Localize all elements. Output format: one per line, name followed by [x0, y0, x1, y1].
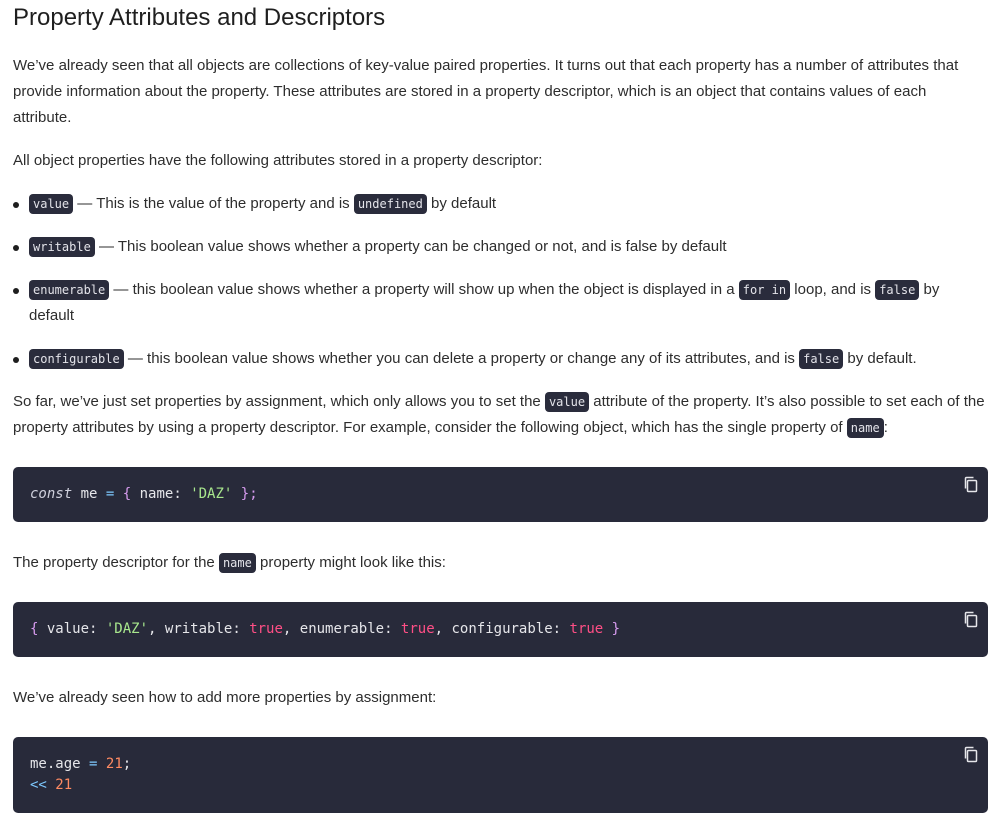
list-item-text: — this boolean value shows whether you c…: [123, 350, 800, 367]
list-item-text: — This is the value of the property and …: [73, 195, 354, 212]
code-line: me.age = 21;: [30, 754, 971, 775]
code-punct: :: [173, 486, 191, 502]
code-identifier: me: [30, 756, 47, 772]
code-keyword: const: [30, 486, 73, 502]
list-item-text: by default.: [843, 350, 917, 367]
code-line: { value: 'DAZ', writable: true, enumerab…: [30, 619, 971, 640]
inline-code: value: [29, 194, 74, 214]
code-block-object: const me = { name: 'DAZ' };: [13, 467, 988, 522]
code-boolean: true: [400, 621, 435, 637]
code-string: 'DAZ': [190, 486, 233, 502]
list-item-text: by default: [426, 195, 497, 212]
attributes-intro-paragraph: All object properties have the following…: [13, 152, 543, 169]
article: Property Attributes and Descriptors We’v…: [0, 0, 1002, 813]
code-punct: ,: [282, 621, 300, 637]
code-output-arrow: <<: [30, 777, 47, 793]
copy-icon[interactable]: [963, 476, 979, 494]
code-property: age: [55, 756, 81, 772]
code-punct: :: [232, 621, 250, 637]
inline-code: value: [544, 392, 590, 412]
copy-icon[interactable]: [963, 746, 979, 764]
assignment-intro-paragraph: We’ve already seen how to add more prope…: [13, 689, 437, 706]
inline-code: false: [875, 280, 920, 300]
code-punct: :: [89, 621, 106, 637]
paragraph-text: :: [883, 419, 888, 436]
intro-paragraph: We’ve already seen that all objects are …: [13, 57, 959, 126]
code-punct: :: [384, 621, 401, 637]
code-property: name: [139, 486, 174, 502]
code-operator: =: [80, 756, 106, 772]
list-item-text: loop, and is: [790, 281, 876, 298]
bullet-icon: [13, 245, 19, 251]
list-item-text: — this boolean value shows whether a pro…: [109, 281, 739, 298]
paragraph-text: property might look like this:: [255, 554, 446, 571]
code-boolean: true: [249, 621, 283, 637]
code-line: const me = { name: 'DAZ' };: [30, 484, 971, 505]
page-title: Property Attributes and Descriptors: [13, 4, 386, 31]
code-property: enumerable: [299, 621, 385, 637]
inline-code: false: [799, 349, 844, 369]
inline-code: enumerable: [29, 280, 110, 300]
code-punct: ,: [434, 621, 452, 637]
code-property: configurable: [451, 621, 553, 637]
list-item-value: value — This is the value of the propert…: [13, 191, 988, 217]
assignment-paragraph: So far, we’ve just set properties by ass…: [13, 389, 988, 441]
code-punct: ;: [122, 756, 132, 772]
code-number: 21: [105, 756, 123, 772]
inline-code: writable: [29, 237, 95, 257]
inline-code: name: [218, 553, 256, 573]
list-item-writable: writable — This boolean value shows whet…: [13, 234, 988, 260]
code-block-assignment: me.age = 21; << 21: [13, 737, 988, 813]
bullet-icon: [13, 202, 19, 208]
code-brace: }: [603, 621, 621, 637]
code-brace: {: [114, 486, 140, 502]
copy-icon[interactable]: [963, 611, 979, 629]
code-brace: };: [232, 486, 258, 502]
code-punct: :: [552, 621, 570, 637]
bullet-icon: [13, 357, 19, 363]
inline-code: name: [846, 418, 884, 438]
descriptor-paragraph: The property descriptor for the name pro…: [13, 550, 988, 576]
inline-code: for in: [738, 280, 791, 300]
code-boolean: true: [569, 621, 604, 637]
code-block-descriptor: { value: 'DAZ', writable: true, enumerab…: [13, 602, 988, 657]
code-brace: {: [30, 621, 47, 637]
code-property: value: [46, 621, 90, 637]
bullet-icon: [13, 288, 19, 294]
code-line: << 21: [30, 775, 971, 796]
paragraph-text: The property descriptor for the: [13, 554, 219, 571]
list-item-configurable: configurable — this boolean value shows …: [13, 346, 988, 372]
list-item-enumerable: enumerable — this boolean value shows wh…: [13, 277, 988, 329]
inline-code: undefined: [353, 194, 427, 214]
code-property: writable: [164, 621, 233, 637]
attribute-list: value — This is the value of the propert…: [13, 191, 988, 372]
list-item-text: — This boolean value shows whether a pro…: [94, 238, 727, 255]
paragraph-text: So far, we’ve just set properties by ass…: [13, 393, 545, 410]
code-string: 'DAZ': [105, 621, 149, 637]
code-punct: ,: [148, 621, 165, 637]
code-number: 21: [46, 777, 73, 793]
inline-code: configurable: [29, 349, 124, 369]
code-identifier: me: [72, 486, 106, 502]
